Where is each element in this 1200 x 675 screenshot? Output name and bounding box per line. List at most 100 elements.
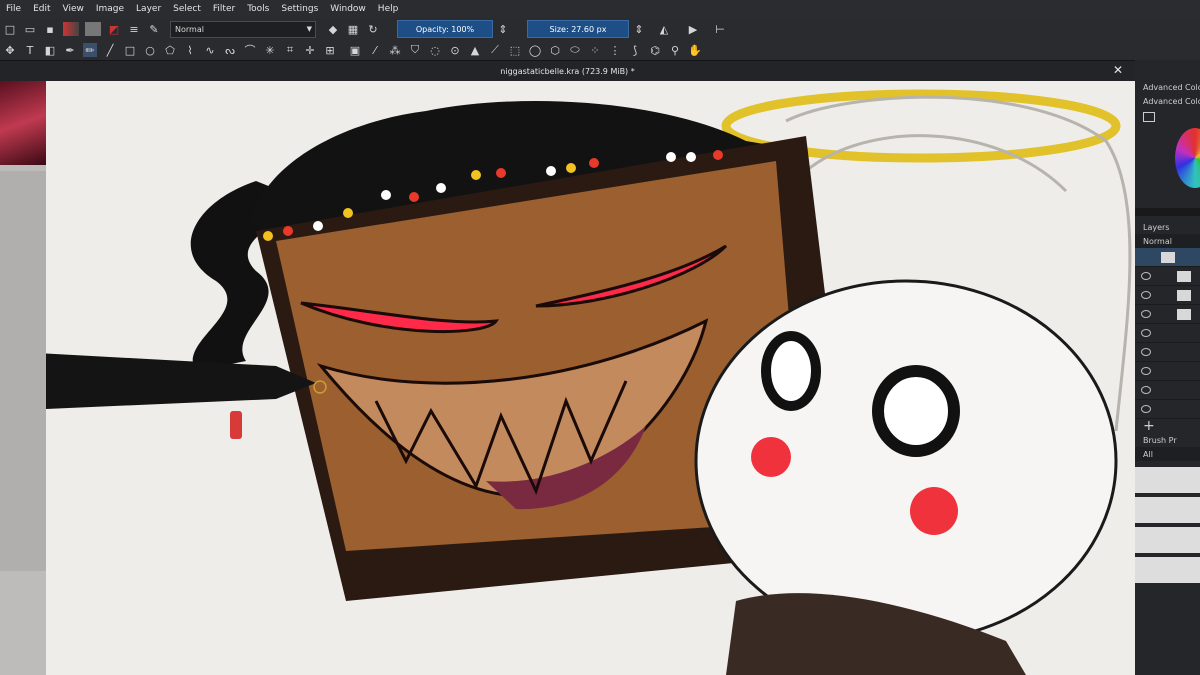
alpha-lock-icon[interactable]: ▦ xyxy=(346,22,360,36)
layer-row[interactable] xyxy=(1135,381,1200,400)
eye-icon[interactable] xyxy=(1141,329,1151,337)
eraser-icon[interactable]: ◆ xyxy=(326,22,340,36)
blend-mode-select[interactable]: Normal ▼ xyxy=(170,20,316,38)
layer-actions: + xyxy=(1135,419,1200,433)
gradient-tool-icon[interactable]: ▣ xyxy=(348,43,362,57)
outline-select-icon[interactable]: ⬭ xyxy=(568,43,582,57)
freehand-brush-icon[interactable]: ✏ xyxy=(83,43,97,57)
reference-tool-icon[interactable]: ▲ xyxy=(468,43,482,57)
menu-settings[interactable]: Settings xyxy=(275,4,324,14)
calligraphy-icon[interactable]: ✒ xyxy=(63,43,77,57)
text-tool-icon[interactable]: T xyxy=(23,43,37,57)
layer-row[interactable] xyxy=(1135,324,1200,343)
eye-icon[interactable] xyxy=(1141,367,1151,375)
color-picker-icon[interactable]: ⁄ xyxy=(368,43,382,57)
dynamic-brush-icon[interactable]: ⌒ xyxy=(243,43,257,57)
layer-row[interactable] xyxy=(1135,400,1200,419)
similar-select-icon[interactable]: ⋮ xyxy=(608,43,622,57)
pan-hand-icon[interactable]: ✋ xyxy=(688,43,702,57)
eye-icon[interactable] xyxy=(1141,291,1151,299)
save-icon[interactable]: ▪ xyxy=(43,22,57,36)
eye-icon[interactable] xyxy=(1141,348,1151,356)
add-layer-icon[interactable]: + xyxy=(1143,419,1155,433)
rectangle-tool-icon[interactable]: □ xyxy=(123,43,137,57)
move-icon[interactable]: ✥ xyxy=(3,43,17,57)
rect-select-icon[interactable]: ⬚ xyxy=(508,43,522,57)
enclose-fill-icon[interactable]: ⊙ xyxy=(448,43,462,57)
document-title: niggastaticbelle.kra (723.9 MiB) * xyxy=(500,66,635,76)
layer-row[interactable] xyxy=(1135,343,1200,362)
transform-tool-icon[interactable]: ✛ xyxy=(303,43,317,57)
open-document-icon[interactable]: ▭ xyxy=(23,22,37,36)
menu-icon[interactable] xyxy=(1143,112,1155,122)
menu-filter[interactable]: Filter xyxy=(207,4,241,14)
blend-mode-value: Normal xyxy=(175,24,204,34)
layer-row[interactable] xyxy=(1135,248,1200,267)
reload-icon[interactable]: ↻ xyxy=(366,22,380,36)
wrap-around-icon[interactable]: ⊢ xyxy=(713,22,727,36)
line-tool-icon[interactable]: ╱ xyxy=(103,43,117,57)
close-icon[interactable]: ✕ xyxy=(1113,63,1123,77)
polygon-tool-icon[interactable]: ⬠ xyxy=(163,43,177,57)
brush-filter-select[interactable]: All xyxy=(1135,447,1200,461)
menu-view[interactable]: View xyxy=(57,4,90,14)
polyline-tool-icon[interactable]: ⌇ xyxy=(183,43,197,57)
bezier-select-icon[interactable]: ⟆ xyxy=(628,43,642,57)
layers-header: Layers xyxy=(1135,220,1200,234)
eye-icon[interactable] xyxy=(1141,386,1151,394)
eye-icon[interactable] xyxy=(1141,272,1151,280)
menu-image[interactable]: Image xyxy=(90,4,130,14)
zoom-icon[interactable]: ⚲ xyxy=(668,43,682,57)
smart-patch-icon[interactable]: ⁂ xyxy=(388,43,402,57)
pattern-fill-icon[interactable]: ◌ xyxy=(428,43,442,57)
color-swap-icon[interactable]: ◩ xyxy=(107,22,121,36)
mirror-horizontal-icon[interactable]: ◭ xyxy=(657,22,671,36)
opacity-slider[interactable]: Opacity: 100% xyxy=(397,20,493,38)
left-panel-edge xyxy=(0,81,46,675)
brush-preset-icon[interactable]: ✎ xyxy=(147,22,161,36)
advanced-color-header: Advanced Colo xyxy=(1143,82,1200,92)
menu-tools[interactable]: Tools xyxy=(241,4,275,14)
new-document-icon[interactable]: □ xyxy=(3,22,17,36)
polygon-select-icon[interactable]: ⬡ xyxy=(548,43,562,57)
eye-icon[interactable] xyxy=(1141,310,1151,318)
assistant-tool-icon[interactable]: ⊞ xyxy=(323,43,337,57)
contiguous-select-icon[interactable]: ⁘ xyxy=(588,43,602,57)
magnetic-select-icon[interactable]: ⌬ xyxy=(648,43,662,57)
menu-select[interactable]: Select xyxy=(167,4,207,14)
menu-window[interactable]: Window xyxy=(324,4,372,14)
pattern-swatch-icon[interactable] xyxy=(85,22,101,36)
measure-tool-icon[interactable]: ⟋ xyxy=(488,43,502,57)
menu-layer[interactable]: Layer xyxy=(130,4,167,14)
layer-row[interactable] xyxy=(1135,305,1200,324)
opacity-spin-icon[interactable]: ⇕ xyxy=(496,22,510,36)
layer-row[interactable] xyxy=(1135,286,1200,305)
ellipse-select-icon[interactable]: ◯ xyxy=(528,43,542,57)
fill-tool-icon[interactable]: ⛉ xyxy=(408,43,422,57)
brush-preset-grid[interactable] xyxy=(1135,467,1200,587)
eye-icon[interactable] xyxy=(1141,405,1151,413)
size-spin-icon[interactable]: ⇕ xyxy=(632,22,646,36)
layer-row[interactable] xyxy=(1135,267,1200,286)
color-wheel-bar xyxy=(1135,208,1200,216)
edit-shapes-icon[interactable]: ◧ xyxy=(43,43,57,57)
size-slider[interactable]: Size: 27.60 px xyxy=(527,20,629,38)
opacity-label: Opacity: 100% xyxy=(415,24,475,34)
presets-icon[interactable]: ≡ xyxy=(127,22,141,36)
crop-tool-icon[interactable]: ⌗ xyxy=(283,43,297,57)
gradient-swatch-icon[interactable] xyxy=(63,22,79,36)
bezier-tool-icon[interactable]: ∿ xyxy=(203,43,217,57)
layer-row[interactable] xyxy=(1135,362,1200,381)
freehand-path-icon[interactable]: ᔓ xyxy=(223,43,237,57)
layers-blend-mode[interactable]: Normal xyxy=(1135,234,1200,248)
document-tab[interactable]: niggastaticbelle.kra (723.9 MiB) * ✕ xyxy=(0,61,1135,81)
drawing-canvas[interactable] xyxy=(46,81,1135,675)
menu-edit[interactable]: Edit xyxy=(27,4,56,14)
menu-help[interactable]: Help xyxy=(372,4,405,14)
menu-file[interactable]: File xyxy=(0,4,27,14)
ellipse-tool-icon[interactable]: ○ xyxy=(143,43,157,57)
brush-presets-title: Brush Pr xyxy=(1143,435,1177,445)
multibrush-icon[interactable]: ✳ xyxy=(263,43,277,57)
color-wheel[interactable] xyxy=(1175,128,1200,188)
mirror-vertical-icon[interactable]: ▶ xyxy=(686,22,700,36)
